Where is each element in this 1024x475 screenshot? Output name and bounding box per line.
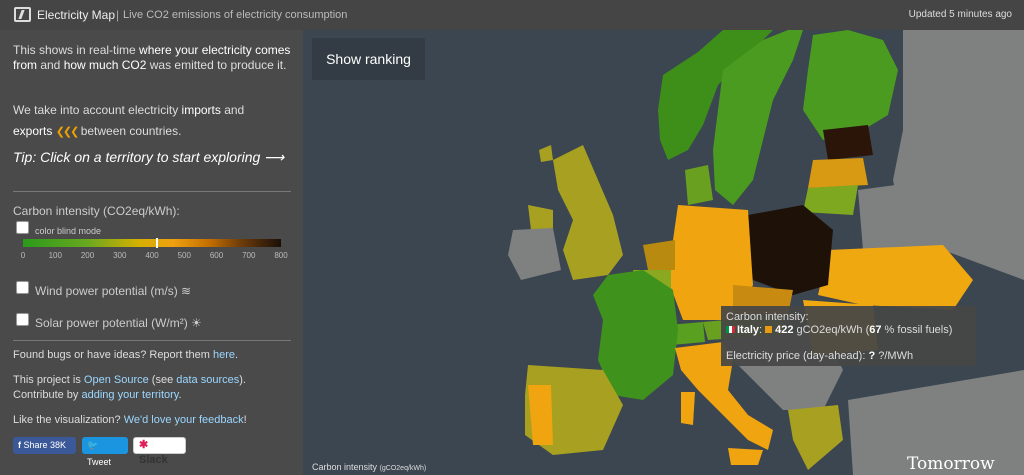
territory-ukraine — [818, 245, 973, 310]
add-territory-link[interactable]: adding your territory — [81, 389, 178, 401]
solar-label: Solar power potential (W/m²) ☀ — [35, 316, 202, 330]
open-source-paragraph: This project is Open Source (see data so… — [13, 374, 246, 401]
territory-finland — [803, 30, 898, 140]
territory-northern-ireland — [528, 205, 553, 230]
territory-estonia — [823, 125, 873, 160]
scale-tick-label: 100 — [48, 251, 62, 260]
europe-map[interactable]: Show ranking Carbon intensity: Italy: 422… — [303, 30, 1024, 475]
divider — [13, 340, 291, 341]
wind-checkbox[interactable] — [16, 281, 29, 294]
solar-checkbox[interactable] — [16, 313, 29, 326]
territory-sardinia — [681, 392, 695, 425]
app-title: Electricity Map — [37, 8, 116, 22]
electricity-map-logo-icon — [14, 7, 31, 22]
color-blind-label: color blind mode — [35, 226, 102, 236]
tooltip-price-row: Electricity price (day-ahead): ? ?/MWh — [726, 350, 914, 362]
app-subtitle: Live CO2 emissions of electricity consum… — [123, 9, 348, 21]
territory-denmark — [685, 165, 713, 205]
sidebar: This shows in real-time where your elect… — [0, 30, 303, 475]
tip-text: Tip: Click on a territory to start explo… — [13, 149, 285, 165]
open-source-link[interactable]: Open Source — [84, 374, 149, 386]
show-ranking-button[interactable]: Show ranking — [312, 38, 425, 80]
data-sources-link[interactable]: data sources — [176, 374, 239, 386]
territory-latvia — [808, 158, 868, 188]
territory-netherlands — [643, 240, 675, 270]
feedback-link[interactable]: We'd love your feedback — [124, 414, 244, 426]
territory-iceland-edge — [539, 145, 553, 162]
divider — [13, 191, 291, 192]
color-blind-checkbox[interactable] — [16, 221, 29, 234]
facebook-icon: f — [18, 440, 21, 450]
scale-marker — [155, 238, 158, 248]
map-legend-caption: Carbon intensity (gCO2eq/kWh) — [312, 462, 427, 472]
territory-lithuania — [803, 185, 858, 215]
territory-greece — [788, 405, 843, 470]
territory-poland — [743, 205, 833, 295]
exchange-arrows-icon: ❮❮❮ — [55, 126, 80, 138]
feedback-paragraph: Like the visualization? We'd love your f… — [13, 414, 247, 426]
territory-great-britain — [553, 145, 623, 280]
scale-tick-label: 400 — [145, 251, 159, 260]
scale-ticks: 0 100 200 300 400 500 600 700 800 — [20, 251, 288, 261]
top-bar: Electricity Map | Live CO2 emissions of … — [0, 0, 1024, 30]
twitter-icon: 🐦 — [87, 440, 99, 450]
scale-tick-label: 500 — [177, 251, 191, 260]
territory-ireland — [508, 228, 561, 280]
wind-label: Wind power potential (m/s) ≋ — [35, 284, 192, 298]
territory-sicily — [728, 448, 763, 465]
tooltip-intensity-row: Italy: 422 gCO2eq/kWh (67 % fossil fuels) — [726, 324, 971, 337]
italy-flag-icon — [726, 326, 735, 333]
scale-tick-label: 800 — [274, 251, 288, 260]
intro-paragraph: This shows in real-time where your elect… — [13, 43, 291, 72]
scale-tick-label: 200 — [80, 251, 95, 260]
tomorrow-watermark: Tomorrow — [907, 454, 995, 474]
scale-tick-label: 300 — [113, 251, 127, 260]
country-tooltip: Carbon intensity: Italy: 422 gCO2eq/kWh (… — [721, 306, 976, 366]
map-canvas — [508, 30, 1024, 475]
scale-tick-label: 0 — [20, 251, 26, 260]
intensity-color-swatch — [765, 326, 773, 333]
facebook-share-button[interactable]: f Share 38K — [13, 437, 76, 454]
tooltip-title: Carbon intensity: — [726, 311, 809, 323]
report-here-link[interactable]: here — [213, 349, 235, 361]
bugs-paragraph: Found bugs or have ideas? Report them he… — [13, 349, 239, 361]
slack-button[interactable]: ✱ Slack — [133, 437, 186, 466]
updated-status: Updated 5 minutes ago — [908, 9, 1012, 20]
tweet-button[interactable]: 🐦 Tweet — [82, 437, 128, 467]
scale-tick-label: 600 — [209, 251, 224, 260]
carbon-intensity-scale — [23, 239, 281, 247]
imports-paragraph: We take into account electricity imports… — [13, 103, 245, 138]
slack-icon: ✱ — [139, 439, 149, 451]
carbon-intensity-label: Carbon intensity (CO2eq/kWh): — [13, 204, 180, 218]
scale-tick-label: 700 — [242, 251, 256, 260]
title-separator: | — [116, 8, 120, 22]
territory-belarus — [858, 180, 943, 250]
